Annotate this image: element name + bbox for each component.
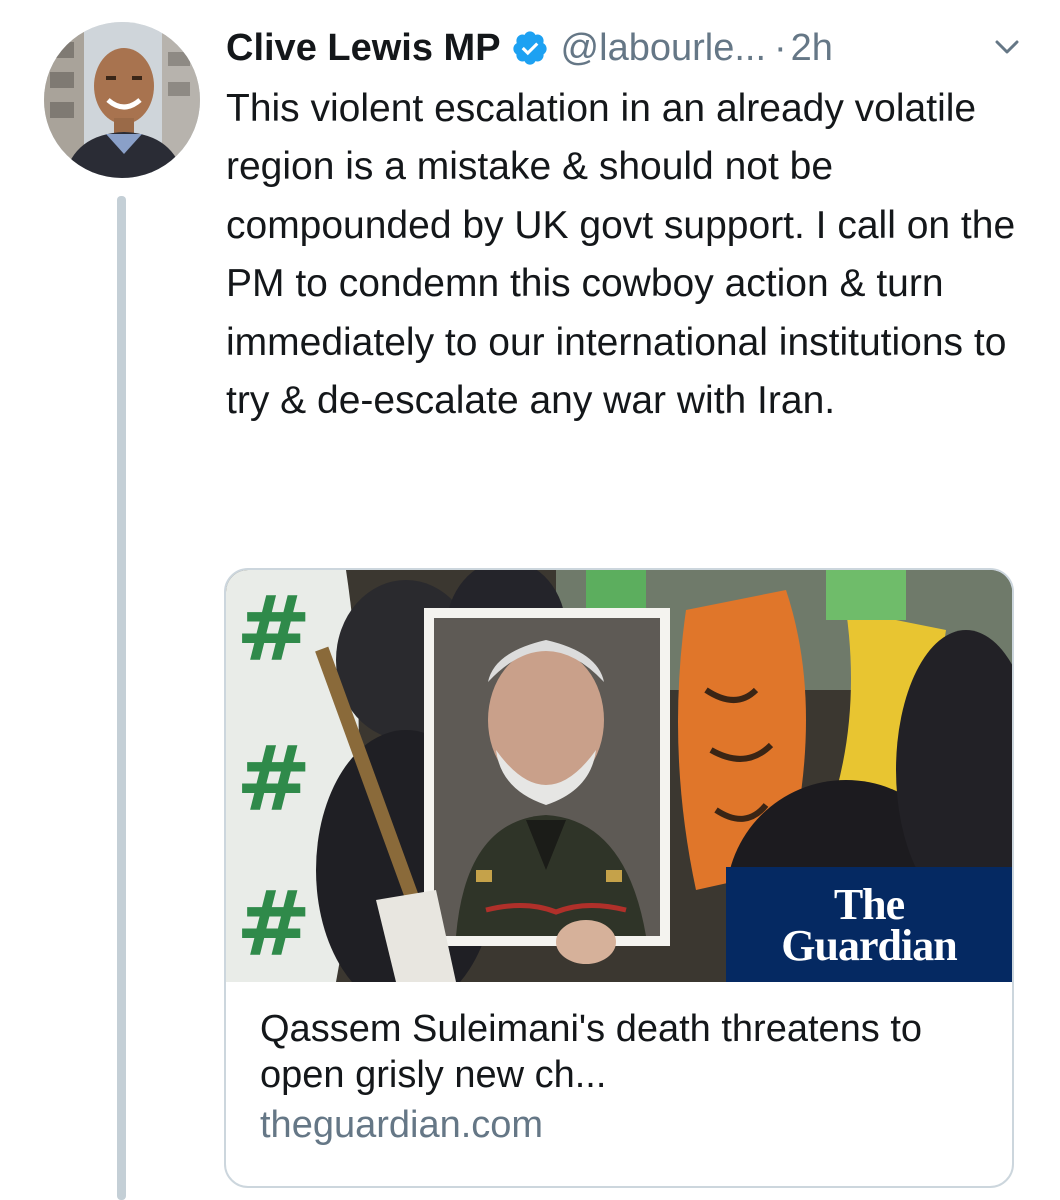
logo-line-guardian: Guardian: [781, 921, 957, 970]
avatar[interactable]: [44, 22, 200, 178]
card-body: Qassem Suleimani's death threatens to op…: [260, 1006, 1000, 1148]
card-image: # # # The Guardian: [226, 570, 1012, 982]
author-handle[interactable]: @labourle...: [561, 27, 766, 70]
tweet-text: This violent escalation in an already vo…: [226, 87, 1016, 423]
guardian-logo: The Guardian: [726, 867, 1012, 982]
timestamp[interactable]: 2h: [791, 27, 833, 70]
svg-text:#: #: [236, 872, 311, 977]
chevron-down-icon[interactable]: [992, 32, 1022, 62]
author-display-name[interactable]: Clive Lewis MP: [226, 27, 501, 70]
svg-text:#: #: [236, 577, 311, 682]
avatar-photo: [44, 22, 200, 178]
card-domain: theguardian.com: [260, 1104, 544, 1146]
thread-line: [117, 196, 126, 1200]
separator-dot: ·: [774, 26, 787, 69]
svg-text:#: #: [236, 727, 311, 832]
verified-badge-icon: [511, 29, 549, 67]
card-title[interactable]: Qassem Suleimani's death threatens to op…: [260, 1006, 1000, 1098]
tweet-header: Clive Lewis MP @labourle... · 2h: [226, 18, 1036, 78]
link-card[interactable]: # # # The Guardian Qassem Suleimani's de…: [224, 568, 1014, 1188]
